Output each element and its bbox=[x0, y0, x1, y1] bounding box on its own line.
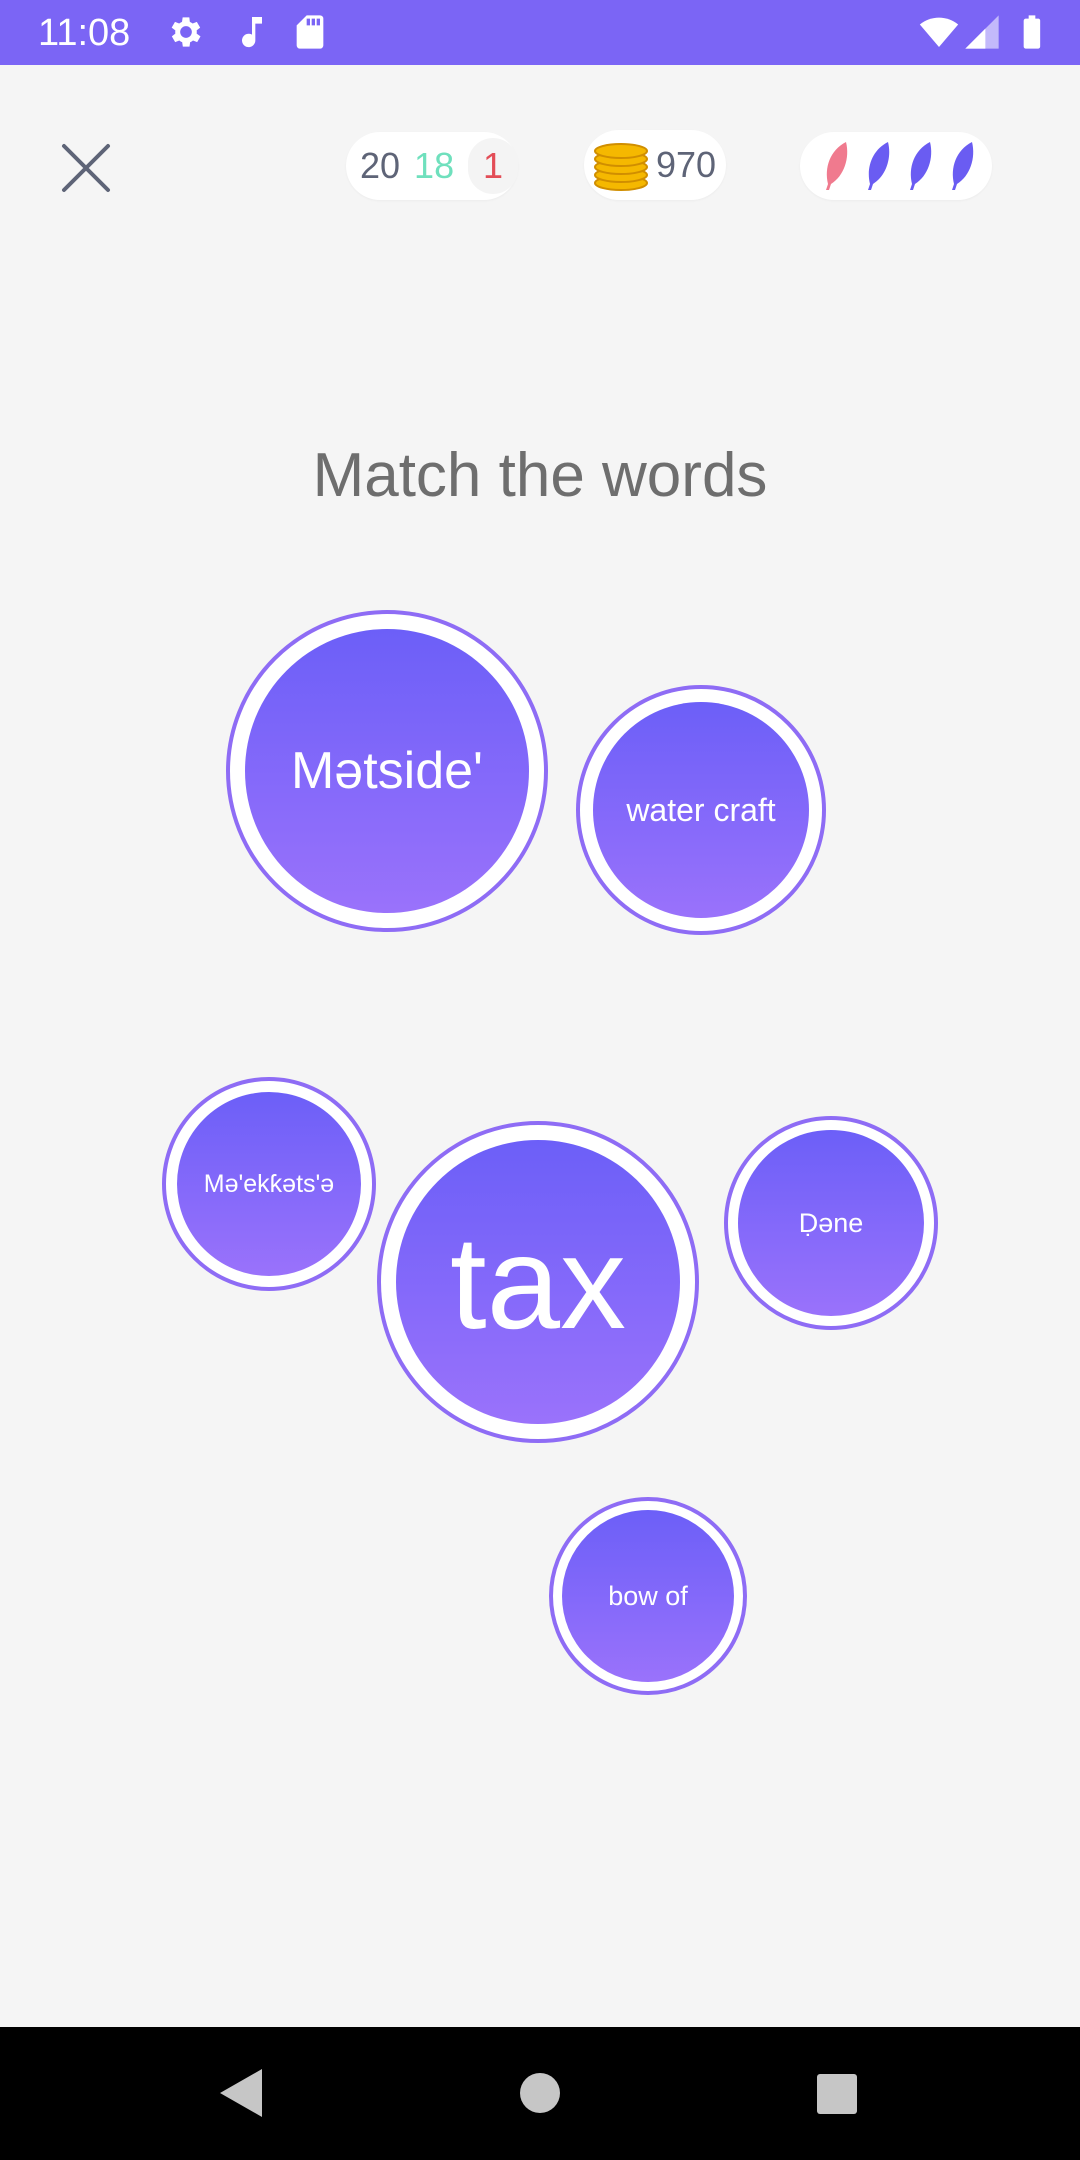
score-wrong: 1 bbox=[468, 138, 518, 194]
signal-icon bbox=[965, 15, 999, 49]
word-bubble-label: water craft bbox=[593, 702, 809, 918]
coin-counter: 970 bbox=[584, 130, 726, 200]
score-counter: 20 18 1 bbox=[346, 132, 518, 200]
word-bubble-label: Mə'ekƙəts'ə bbox=[177, 1092, 361, 1276]
word-bubble[interactable]: Mə'ekƙəts'ə bbox=[162, 1077, 376, 1291]
status-bar: 11:08 bbox=[0, 0, 1080, 65]
wifi-icon bbox=[919, 17, 959, 47]
music-note-icon bbox=[242, 17, 262, 48]
feather-icon bbox=[910, 142, 932, 190]
score-correct: 18 bbox=[414, 145, 455, 186]
back-icon[interactable] bbox=[218, 2067, 264, 2119]
lives-indicator bbox=[800, 132, 992, 200]
score-total: 20 bbox=[360, 145, 401, 186]
prompt-title: Match the words bbox=[312, 441, 768, 510]
close-icon bbox=[62, 144, 110, 192]
word-bubble[interactable]: bow of bbox=[549, 1497, 747, 1695]
feather-icon bbox=[868, 142, 890, 190]
feather-icon bbox=[826, 142, 848, 190]
word-bubble[interactable]: water craft bbox=[576, 685, 826, 935]
word-bubble[interactable]: Ḍəne bbox=[724, 1116, 938, 1330]
close-button[interactable] bbox=[58, 140, 114, 196]
home-icon[interactable] bbox=[520, 2073, 560, 2113]
battery-icon bbox=[1023, 15, 1041, 49]
navigation-bar bbox=[0, 2027, 1080, 2160]
status-time: 11:08 bbox=[38, 12, 131, 54]
feather-icon bbox=[952, 142, 974, 190]
gear-icon bbox=[171, 17, 201, 47]
word-bubble-label: tax bbox=[396, 1140, 680, 1424]
word-bubble-label: Mətside' bbox=[245, 629, 529, 913]
recents-icon[interactable] bbox=[817, 2074, 857, 2114]
word-bubble[interactable]: Mətside' bbox=[226, 610, 548, 932]
coin-count: 970 bbox=[656, 144, 717, 185]
word-bubble-label: Ḍəne bbox=[738, 1130, 924, 1316]
coins-icon bbox=[594, 143, 648, 191]
sd-card-icon bbox=[296, 15, 324, 49]
word-bubble-label: bow of bbox=[562, 1510, 734, 1682]
word-bubble[interactable]: tax bbox=[377, 1121, 699, 1443]
